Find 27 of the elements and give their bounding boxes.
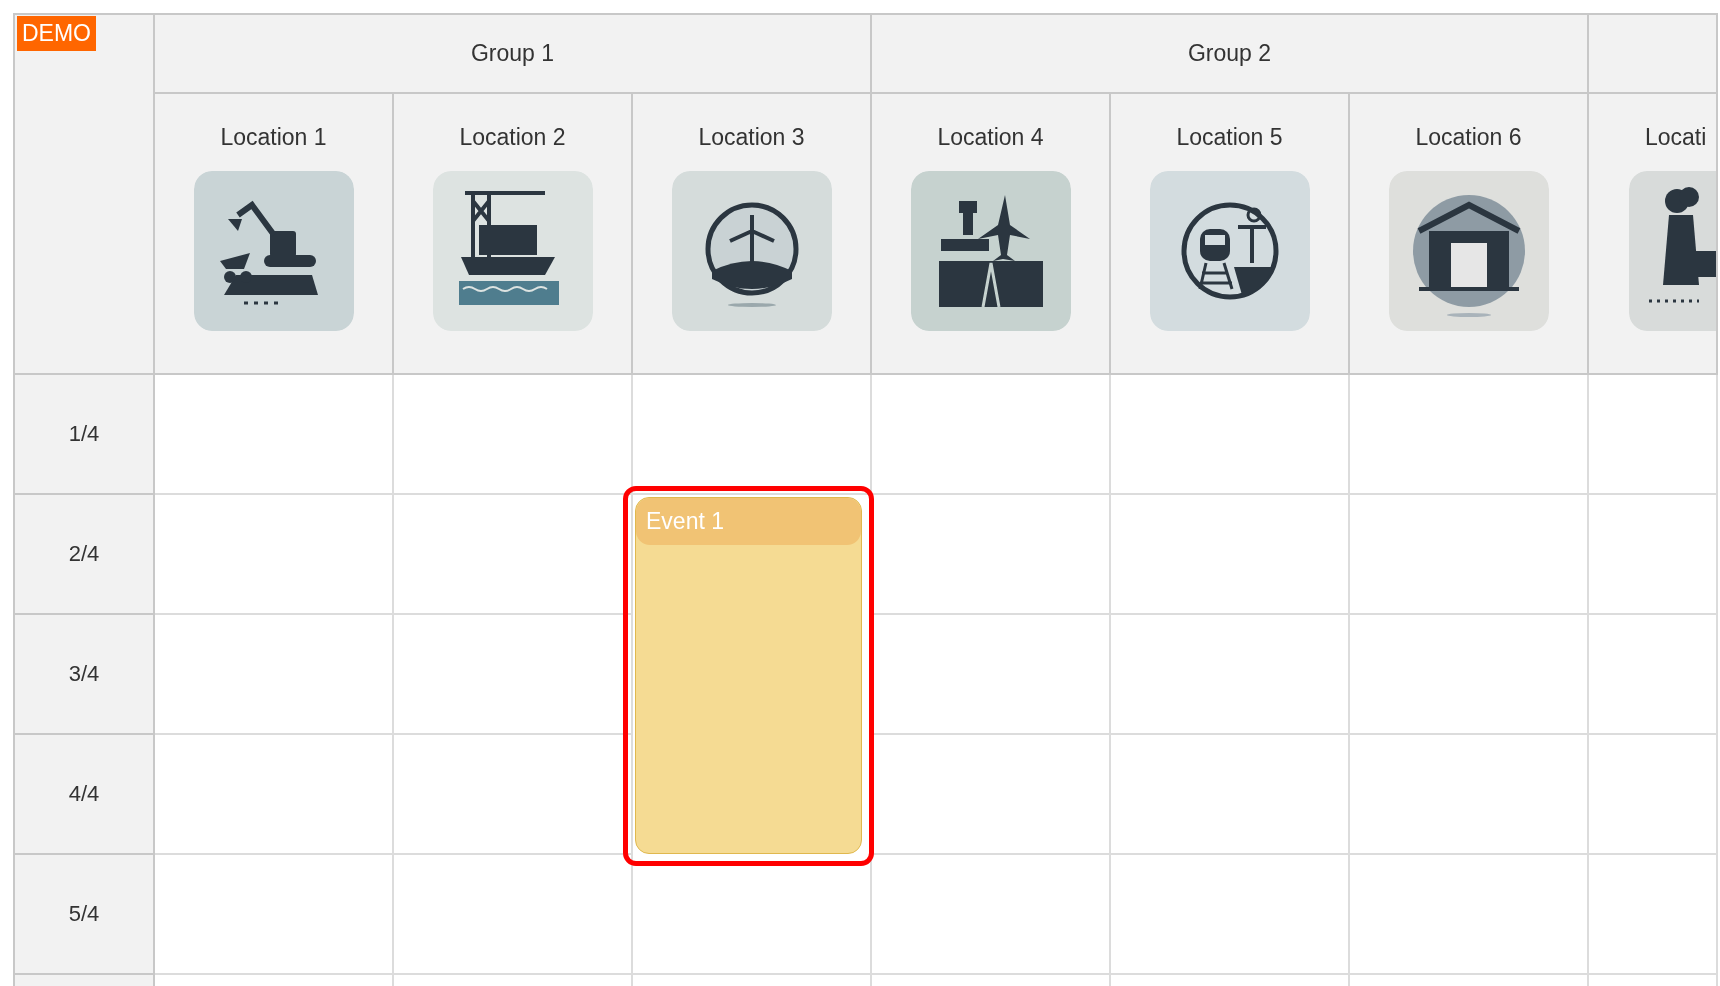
location-header: Locati <box>1645 124 1707 151</box>
group-header: Group 2 <box>872 15 1589 94</box>
row-header: 3/4 <box>15 615 155 735</box>
excavator-icon <box>193 171 354 331</box>
row-header: 1/4 <box>15 375 155 495</box>
location-header: Location 2 <box>459 124 566 151</box>
time-slot[interactable] <box>633 375 872 495</box>
event-card[interactable]: Event 1 <box>635 497 862 854</box>
location-header: Location 4 <box>937 124 1044 151</box>
time-slot[interactable] <box>394 615 633 735</box>
cargo-ship-icon <box>432 171 593 331</box>
airplane-icon <box>910 171 1071 331</box>
event-title: Event 1 <box>636 498 861 545</box>
train-icon <box>1149 171 1310 331</box>
location-header: Location 6 <box>1415 124 1522 151</box>
demo-badge: DEMO <box>17 16 96 51</box>
time-slot[interactable] <box>394 495 633 615</box>
time-slot[interactable] <box>394 735 633 855</box>
location-header: Location 1 <box>220 124 327 151</box>
location-header: Location 3 <box>698 124 805 151</box>
row-header: 2/4 <box>15 495 155 615</box>
location-header: Location 5 <box>1176 124 1283 151</box>
group-header: Group 1 <box>155 15 872 94</box>
row-header: 4/4 <box>15 735 155 855</box>
wind-turbine-icon <box>671 171 832 331</box>
row-header: 5/4 <box>15 855 155 975</box>
warehouse-icon <box>1388 171 1549 331</box>
